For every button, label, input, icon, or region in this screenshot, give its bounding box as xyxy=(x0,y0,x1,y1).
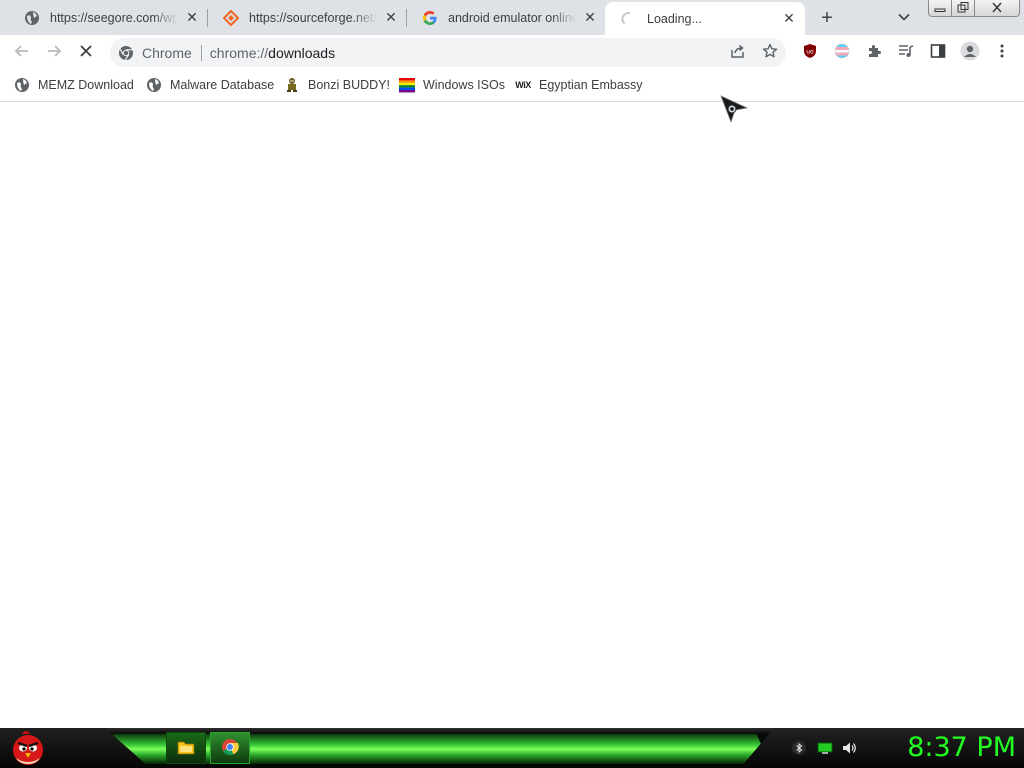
bookmark-label: Windows ISOs xyxy=(423,78,505,92)
svg-text:uo: uo xyxy=(806,48,814,55)
bookmark-malware-database[interactable]: Malware Database xyxy=(146,76,274,94)
ublock-origin-button[interactable]: uo xyxy=(798,40,822,64)
tab-close-icon[interactable]: ✕ xyxy=(383,9,399,26)
bookmark-memz-download[interactable]: MEMZ Download xyxy=(14,76,134,94)
forward-button[interactable] xyxy=(42,40,66,64)
bookmark-label: MEMZ Download xyxy=(38,78,134,92)
tab-search-button[interactable] xyxy=(894,8,914,28)
chrome-site-icon xyxy=(118,45,134,61)
loading-spinner-icon xyxy=(621,11,637,27)
file-explorer-icon xyxy=(177,739,195,758)
screen: https://seegore.com/wp- ✕ https://source… xyxy=(0,0,1024,768)
tab-strip: https://seegore.com/wp- ✕ https://source… xyxy=(0,0,1024,35)
globe-icon xyxy=(24,10,40,26)
globe-icon xyxy=(14,77,30,93)
start-button[interactable] xyxy=(8,728,48,768)
minimize-button[interactable] xyxy=(928,0,952,17)
address-bar[interactable]: Chrome chrome://downloads xyxy=(110,38,786,67)
tab-downloads-active[interactable]: Loading... ✕ xyxy=(605,2,805,35)
chrome-icon xyxy=(221,738,239,759)
bookmark-egyptian-embassy[interactable]: WiX Egyptian Embassy xyxy=(515,76,643,94)
url-text[interactable]: chrome://downloads xyxy=(210,45,335,61)
puzzle-icon xyxy=(866,43,882,62)
tab-close-icon[interactable]: ✕ xyxy=(582,9,598,26)
mouse-cursor-icon xyxy=(719,94,749,124)
ublock-origin-icon: uo xyxy=(802,43,818,62)
back-button[interactable] xyxy=(10,40,34,64)
volume-icon xyxy=(841,740,857,759)
stop-icon xyxy=(78,43,94,62)
media-control-icon xyxy=(898,43,914,62)
bookmark-star-button[interactable] xyxy=(759,41,781,63)
profile-button[interactable] xyxy=(958,40,982,64)
close-icon xyxy=(991,1,1003,16)
tab-title: https://seegore.com/wp- xyxy=(50,10,178,25)
profile-icon xyxy=(960,41,980,64)
bookmark-bonzi-buddy[interactable]: Bonzi BUDDY! xyxy=(284,76,390,94)
arrow-right-icon xyxy=(45,42,63,63)
url-scheme: chrome:// xyxy=(209,44,269,61)
site-chip-label: Chrome xyxy=(142,44,192,61)
tab-close-icon[interactable]: ✕ xyxy=(781,10,797,27)
google-icon xyxy=(422,10,438,26)
bookmark-label: Bonzi BUDDY! xyxy=(308,78,390,92)
bookmark-windows-isos[interactable]: Windows ISOs xyxy=(399,76,505,94)
taskbar-chrome[interactable] xyxy=(210,732,250,764)
page-content[interactable] xyxy=(0,103,1024,728)
tray-battery[interactable] xyxy=(817,741,833,757)
stop-button[interactable] xyxy=(74,40,98,64)
new-tab-button[interactable]: + xyxy=(815,6,839,30)
side-panel-button[interactable] xyxy=(926,40,950,64)
star-icon xyxy=(762,43,778,62)
bookmark-label: Malware Database xyxy=(170,78,275,92)
taskbar: 8:37 PM xyxy=(0,728,1024,768)
tray-bluetooth[interactable] xyxy=(791,740,807,759)
rainbow-icon xyxy=(399,77,415,93)
flag-extension-icon xyxy=(834,43,850,62)
globe-icon xyxy=(146,77,162,93)
side-panel-icon xyxy=(930,43,946,62)
tab-title: https://sourceforge.net/p xyxy=(249,10,377,25)
flag-extension-button[interactable] xyxy=(830,40,854,64)
tab-google-search[interactable]: android emulator online ✕ xyxy=(406,0,606,35)
browser-toolbar: Chrome chrome://downloads uo xyxy=(0,35,1024,69)
bookmark-label: Egyptian Embassy xyxy=(539,78,643,92)
tab-seegore[interactable]: https://seegore.com/wp- ✕ xyxy=(8,0,208,35)
bookmarks-bar: MEMZ Download Malware Database Bonzi BUD… xyxy=(0,69,1024,102)
tab-title: android emulator online xyxy=(448,10,576,25)
taskbar-file-explorer[interactable] xyxy=(166,732,206,764)
extensions-button[interactable] xyxy=(862,40,886,64)
angry-bird-icon xyxy=(8,731,48,768)
sourceforge-icon xyxy=(223,9,239,26)
tab-sourceforge[interactable]: https://sourceforge.net/p ✕ xyxy=(207,0,407,35)
close-window-button[interactable] xyxy=(974,0,1020,17)
url-host: downloads xyxy=(268,44,336,61)
bluetooth-icon xyxy=(791,740,807,759)
kebab-menu-icon xyxy=(994,43,1010,62)
taskbar-clock[interactable]: 8:37 PM xyxy=(884,732,1016,764)
share-button[interactable] xyxy=(727,41,749,63)
battery-icon xyxy=(817,740,833,759)
tab-close-icon[interactable]: ✕ xyxy=(184,9,200,26)
wix-logo-text: WiX xyxy=(515,80,531,90)
minimize-icon xyxy=(934,1,946,16)
chip-divider xyxy=(200,44,202,61)
chevron-down-icon xyxy=(897,10,911,27)
media-control-button[interactable] xyxy=(894,40,918,64)
chrome-menu-button[interactable] xyxy=(990,40,1014,64)
tab-title: Loading... xyxy=(647,11,702,26)
restore-button[interactable] xyxy=(951,0,975,17)
share-icon xyxy=(730,43,746,62)
wix-icon: WiX xyxy=(515,77,531,93)
tray-volume[interactable] xyxy=(841,741,857,757)
bonzi-icon xyxy=(284,77,300,93)
restore-icon xyxy=(957,1,969,16)
arrow-left-icon xyxy=(13,42,31,63)
